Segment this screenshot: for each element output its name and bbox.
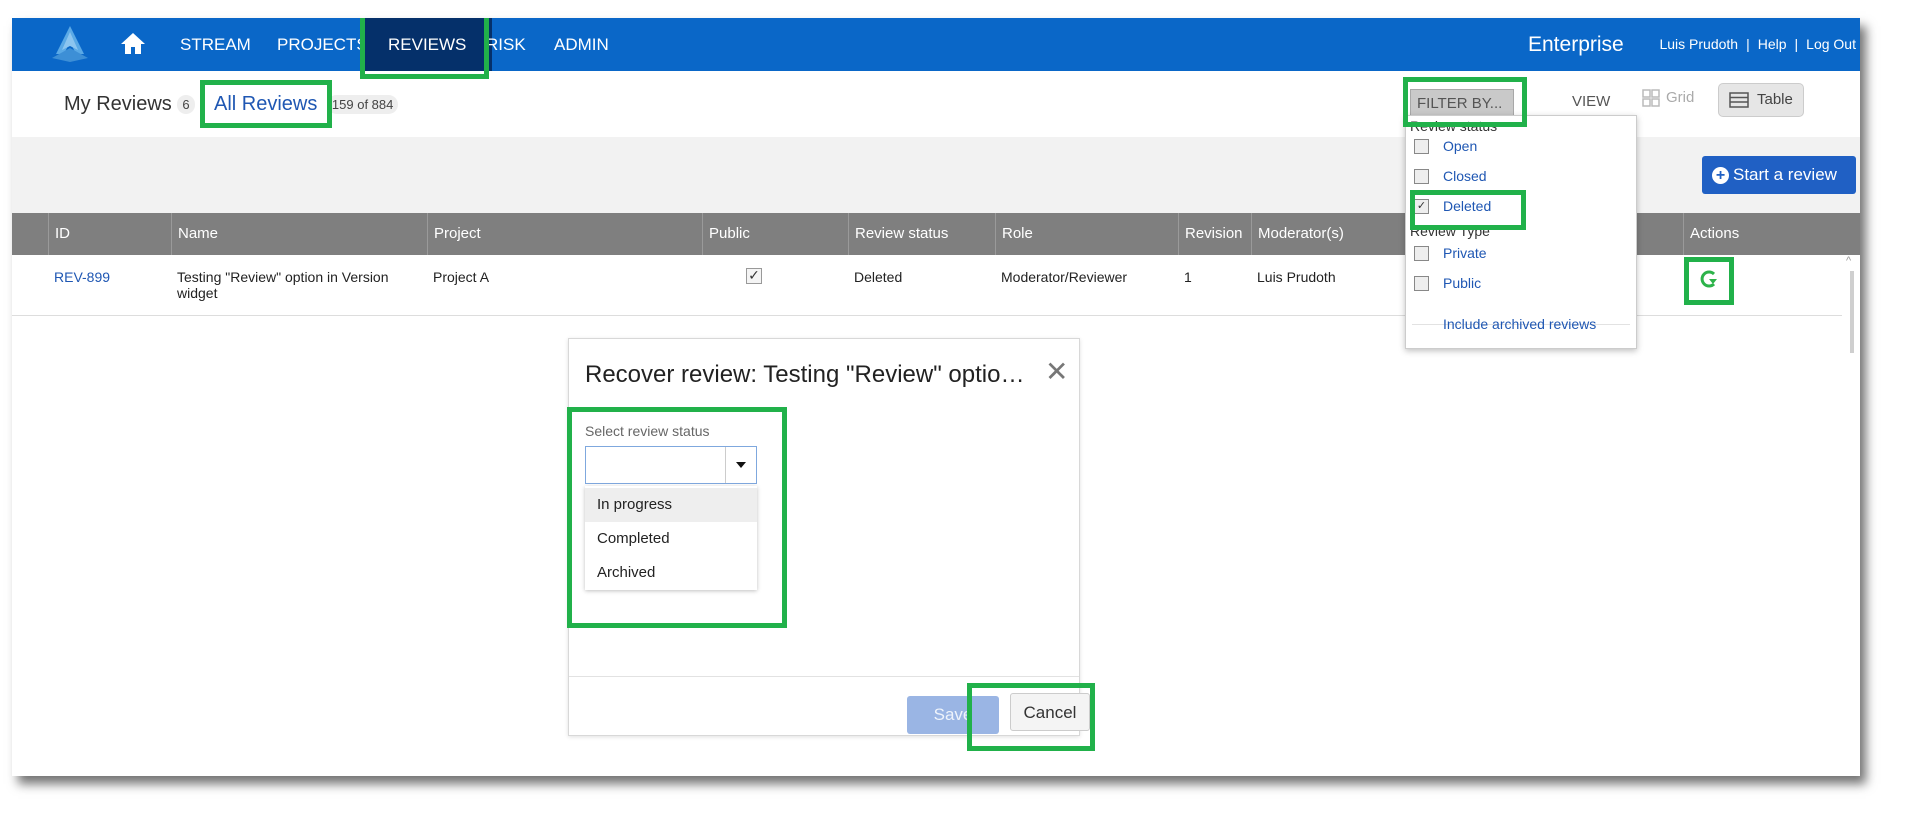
start-review-button[interactable]: + Start a review: [1702, 156, 1856, 194]
table-label: Table: [1757, 91, 1793, 108]
filter-dropdown: Review status Open Closed ✓ Deleted Revie…: [1405, 115, 1637, 349]
review-name: Testing "Review" option in Version widge…: [177, 269, 389, 301]
col-actions: Actions: [1683, 213, 1860, 255]
brand-label: Enterprise: [1528, 33, 1624, 56]
cancel-button[interactable]: Cancel: [1010, 693, 1090, 731]
checkbox-icon: [1414, 245, 1429, 261]
scrollbar[interactable]: [1850, 271, 1854, 353]
filter-by-label: FILTER BY...: [1417, 95, 1503, 112]
option-in-progress[interactable]: In progress: [585, 488, 757, 522]
status-options-list: In progress Completed Archived: [585, 486, 757, 590]
help-link[interactable]: Help: [1758, 36, 1787, 52]
select-review-status-label: Select review status: [585, 423, 710, 439]
nav-reviews[interactable]: REVIEWS: [362, 18, 493, 71]
filter-option-open[interactable]: Open: [1414, 136, 1477, 156]
checkbox-icon: [1414, 138, 1429, 154]
start-review-label: Start a review: [1733, 165, 1837, 184]
close-icon[interactable]: ✕: [1045, 355, 1068, 388]
plus-circle-icon: +: [1712, 167, 1729, 185]
filter-option-label: Deleted: [1443, 198, 1492, 214]
caret-down-icon: [736, 462, 746, 468]
review-moderator: Luis Prudoth: [1257, 269, 1336, 285]
review-project: Project A: [433, 269, 490, 285]
select-arrow-box: [725, 447, 756, 483]
all-reviews-count: 159 of 884: [326, 95, 399, 115]
filter-option-deleted[interactable]: ✓ Deleted: [1414, 196, 1491, 216]
review-id-link[interactable]: REV-899: [48, 269, 110, 285]
public-checkbox: ✓: [740, 267, 762, 284]
nav-stream[interactable]: STREAM: [180, 18, 251, 71]
app-window: STREAM PROJECTS REVIEWS RISK ADMIN Enter…: [12, 18, 1860, 776]
review-role: Moderator/Reviewer: [1001, 269, 1128, 285]
grid-label: Grid: [1666, 89, 1695, 106]
filter-option-label: Closed: [1443, 168, 1487, 184]
my-reviews-count: 6: [177, 95, 195, 115]
option-completed[interactable]: Completed: [585, 522, 757, 556]
dialog-title: Recover review: Testing "Review" option …: [585, 361, 1037, 388]
filter-option-private[interactable]: Private: [1414, 243, 1487, 263]
nav-projects[interactable]: PROJECTS: [277, 18, 368, 71]
grid-view-button[interactable]: Grid: [1642, 89, 1694, 107]
top-nav: STREAM PROJECTS REVIEWS RISK ADMIN Enter…: [12, 18, 1860, 71]
filter-option-label: Open: [1443, 138, 1478, 154]
view-label: VIEW: [1572, 93, 1611, 110]
review-type-heading: Review Type: [1410, 223, 1490, 239]
checkbox-icon: [1414, 168, 1429, 184]
col-name[interactable]: Name: [171, 213, 427, 255]
filter-option-public[interactable]: Public: [1414, 273, 1481, 293]
user-links: Luis Prudoth | Help | Log Out: [1659, 18, 1856, 71]
col-id[interactable]: ID: [48, 213, 171, 255]
col-public[interactable]: Public: [702, 213, 848, 255]
col-moderators[interactable]: Moderator(s): [1251, 213, 1409, 255]
save-button[interactable]: Save: [907, 696, 999, 734]
separator: |: [1794, 36, 1799, 52]
filter-option-label: Private: [1443, 245, 1487, 261]
table-view-button[interactable]: Table: [1718, 83, 1804, 117]
review-revision: 1: [1184, 269, 1192, 285]
tab-my-reviews[interactable]: My Reviews 6: [64, 93, 195, 116]
filter-option-closed[interactable]: Closed: [1414, 166, 1487, 186]
tab-my-reviews-label: My Reviews: [64, 93, 172, 115]
tab-all-reviews-label: All Reviews: [214, 93, 318, 115]
logout-link[interactable]: Log Out: [1806, 36, 1856, 52]
dialog-footer-divider: [569, 676, 1079, 677]
option-archived[interactable]: Archived: [585, 556, 757, 590]
checked-checkbox-icon: ✓: [1414, 198, 1429, 214]
include-archived-label: Include archived reviews: [1443, 316, 1597, 332]
filter-by-button[interactable]: FILTER BY...: [1410, 89, 1514, 135]
scroll-up-icon[interactable]: ^: [1846, 255, 1851, 267]
col-revision[interactable]: Revision: [1178, 213, 1251, 255]
recover-review-dialog: Recover review: Testing "Review" option …: [568, 338, 1090, 736]
col-project[interactable]: Project: [427, 213, 702, 255]
table-icon: [1729, 92, 1749, 108]
col-role[interactable]: Role: [995, 213, 1178, 255]
separator: |: [1746, 36, 1750, 52]
include-archived-link[interactable]: Include archived reviews: [1443, 314, 1596, 334]
tab-all-reviews[interactable]: All Reviews 159 of 884: [214, 93, 399, 116]
user-name-link[interactable]: Luis Prudoth: [1659, 36, 1738, 52]
review-status: Deleted: [854, 269, 903, 285]
nav-admin[interactable]: ADMIN: [554, 18, 609, 71]
checkbox-icon: [1414, 275, 1429, 291]
filter-option-label: Public: [1443, 275, 1482, 291]
col-review-status[interactable]: Review status: [848, 213, 995, 255]
recover-action-button[interactable]: [1692, 270, 1718, 291]
logo-icon[interactable]: [48, 24, 92, 64]
review-status-heading: Review status: [1410, 118, 1498, 134]
grid-icon: [1642, 89, 1660, 107]
recover-icon: [1700, 270, 1717, 288]
review-status-select[interactable]: [585, 446, 757, 484]
nav-risk[interactable]: RISK: [486, 18, 526, 71]
checkmark-icon: ✓: [746, 268, 762, 284]
home-icon[interactable]: [120, 31, 146, 55]
